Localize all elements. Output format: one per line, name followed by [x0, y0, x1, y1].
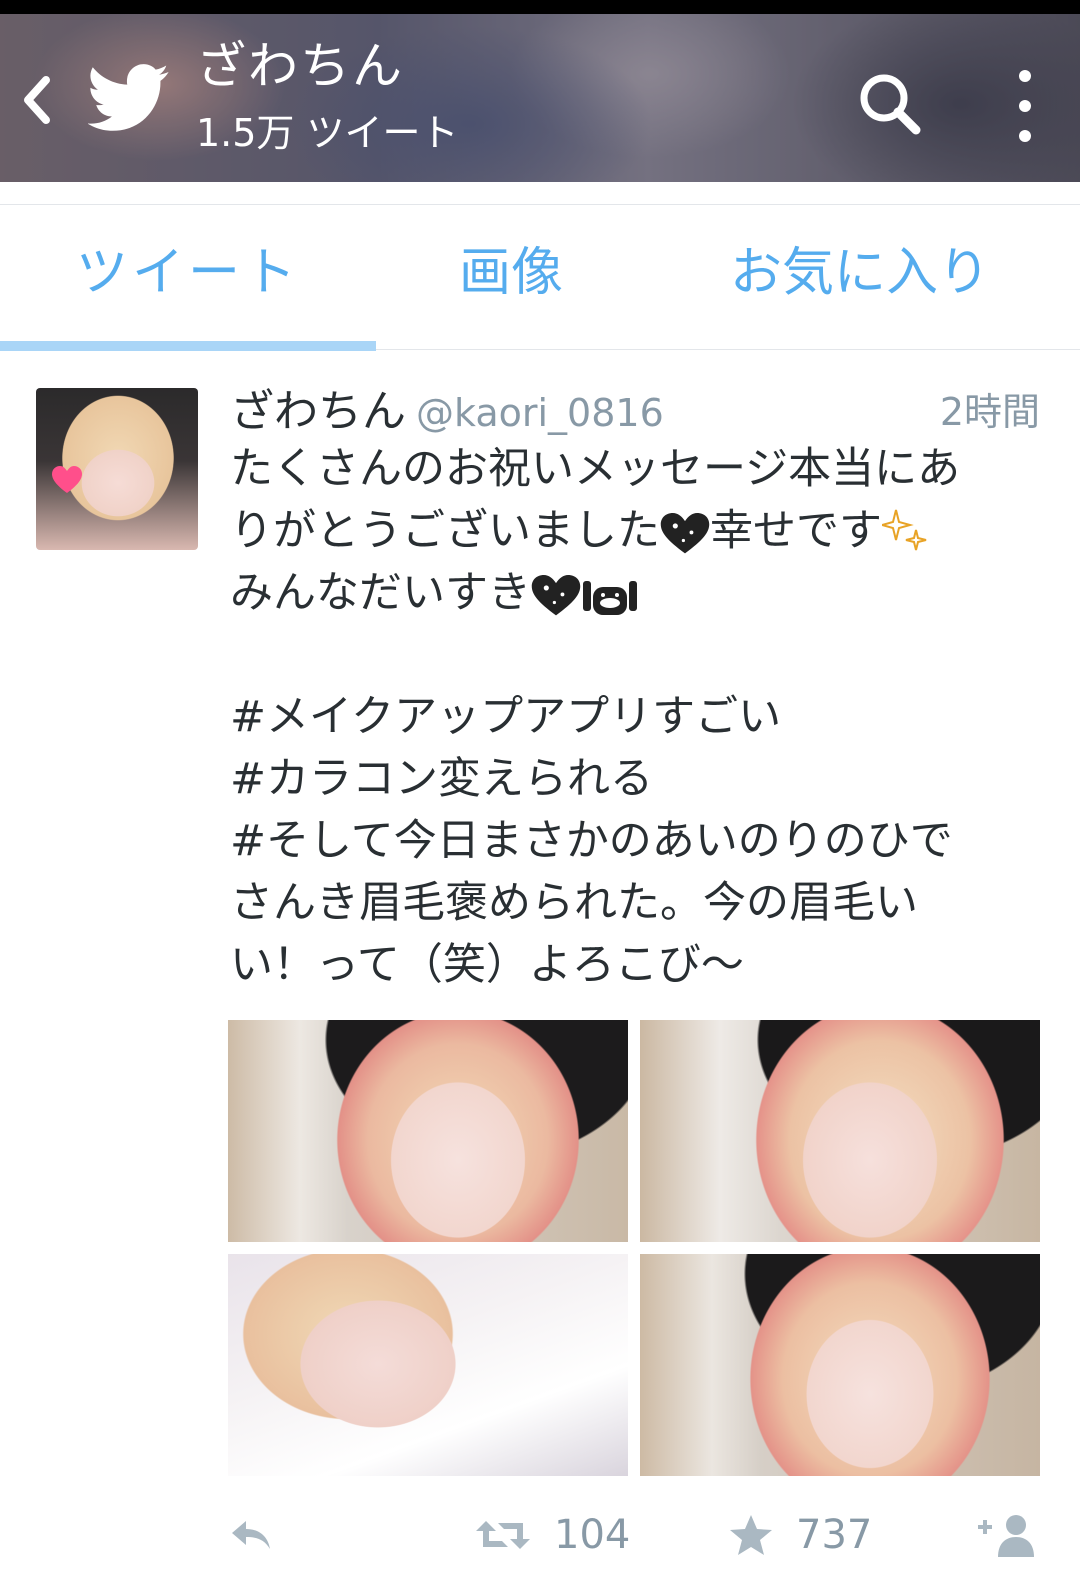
tweet-actions: 104 737	[228, 1500, 1048, 1570]
favorite-count: 737	[796, 1512, 873, 1558]
hashtag-line[interactable]: #カラコン変えられる	[230, 754, 653, 804]
tweet-photo[interactable]	[640, 1020, 1040, 1242]
follow-button[interactable]	[976, 1500, 1042, 1570]
tweet-text-line: りがとうございました	[230, 506, 660, 556]
hashtag-line[interactable]: #そして今日まさかのあいのりのひで	[230, 816, 953, 866]
heart-sticker-icon	[52, 466, 82, 493]
active-tab-indicator	[0, 341, 376, 351]
tweet-text: たくさんのお祝いメッセージ本当にあ りがとうございました 幸せです みんなだいすき…	[230, 438, 1050, 996]
raised-hands-face-icon	[583, 580, 637, 615]
tweet-text-line: 幸せです	[710, 506, 882, 556]
back-chevron-icon[interactable]	[18, 70, 58, 130]
tweet-timestamp: 2時間	[939, 390, 1040, 434]
profile-header: ざわちん 1.5万 ツイート	[0, 14, 1080, 182]
follow-user-icon	[978, 1515, 1034, 1557]
tweet-text-line: たくさんのお祝いメッセージ本当にあ	[230, 444, 961, 494]
profile-tabs: ツイート 画像 お気に入り	[0, 204, 1080, 351]
avatar[interactable]	[36, 388, 198, 550]
author-handle: @kaori_0816	[416, 391, 664, 435]
hashtag-line[interactable]: #メイクアップアプリすごい	[230, 692, 781, 742]
reply-button[interactable]	[228, 1500, 280, 1570]
tweet-text-line: い！って（笑）よろこび〜	[230, 940, 744, 990]
more-vertical-icon[interactable]	[1010, 66, 1040, 146]
black-heart-icon	[660, 512, 710, 553]
sparkles-icon	[882, 509, 927, 550]
retweet-button[interactable]: 104	[474, 1500, 630, 1570]
tweet-photo[interactable]	[228, 1254, 628, 1476]
profile-name: ざわちん	[196, 37, 404, 95]
author-name: ざわちん	[230, 386, 406, 437]
twitter-bird-icon	[88, 64, 169, 131]
tweet-text-line: さんき眉毛褒められた。今の眉毛い	[230, 878, 918, 928]
search-icon[interactable]	[856, 70, 926, 140]
black-heart-icon	[531, 574, 581, 615]
tweet-count: 1.5万 ツイート	[196, 111, 459, 155]
retweet-count: 104	[554, 1512, 631, 1558]
status-bar	[0, 0, 1080, 14]
favorite-button[interactable]: 737	[728, 1500, 872, 1570]
tab-tweets[interactable]: ツイート	[0, 233, 376, 313]
tweet-text-line: みんなだいすき	[230, 568, 531, 618]
reply-icon	[232, 1521, 270, 1549]
tweet-photo[interactable]	[640, 1254, 1040, 1476]
star-icon	[730, 1515, 772, 1555]
tab-favorites[interactable]: お気に入り	[690, 233, 1030, 313]
tab-images[interactable]: 画像	[376, 233, 646, 313]
tweet-author[interactable]: ざわちん @kaori_0816	[230, 384, 664, 440]
tweet-photo[interactable]	[228, 1020, 628, 1242]
retweet-icon	[476, 1521, 530, 1549]
